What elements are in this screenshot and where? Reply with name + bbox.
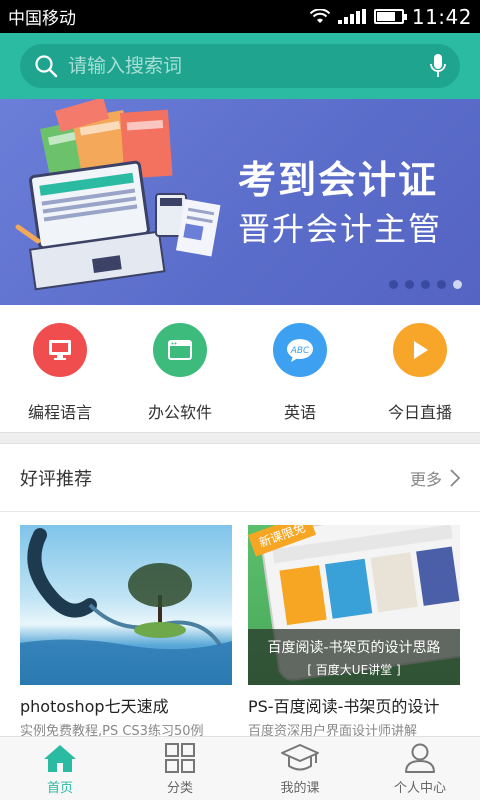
section-title: 好评推荐 — [20, 468, 92, 490]
wifi-icon — [309, 9, 330, 23]
category-english[interactable]: ABC 英语 — [240, 305, 360, 432]
chevron-right-icon — [450, 468, 460, 487]
svg-text:ABC: ABC — [290, 346, 310, 356]
course-title: PS-百度阅读-书架页的设计 — [248, 697, 440, 716]
nav-label: 首页 — [46, 781, 73, 796]
bottom-nav: 首页 分类 我的课 个人中心 — [0, 736, 480, 800]
nav-label: 我的课 — [280, 781, 320, 796]
carrier-name: 中国移动 — [8, 9, 76, 29]
clock: 11:42 — [411, 4, 472, 29]
category-label: 今日直播 — [387, 403, 452, 422]
search-icon — [35, 55, 58, 78]
recommend-section-header: 好评推荐 更多 — [0, 444, 480, 512]
more-label: 更多 — [409, 469, 442, 489]
course-title: photoshop七天速成 — [20, 697, 169, 716]
course-card[interactable]: photoshop七天速成 实例免费教程,PS CS3练习50例 — [20, 525, 232, 739]
monitor-icon — [33, 323, 87, 377]
thumbnail-overlay: 百度阅读-书架页的设计思路 [ 百度大UE讲堂 ] — [248, 629, 460, 685]
pagination-dot[interactable] — [405, 280, 414, 289]
banner-pagination — [389, 280, 462, 289]
pagination-dot[interactable] — [389, 280, 398, 289]
search-input[interactable] — [68, 55, 430, 77]
overlay-subtitle: [ 百度大UE讲堂 ] — [307, 663, 401, 677]
status-bar: 中国移动 11:42 — [0, 0, 480, 33]
play-icon — [393, 323, 447, 377]
abc-bubble-icon: ABC — [273, 323, 327, 377]
search-bar[interactable] — [20, 44, 460, 88]
section-divider — [0, 432, 480, 444]
home-icon — [44, 745, 76, 772]
nav-home[interactable]: 首页 — [0, 737, 120, 800]
promo-banner[interactable]: 考到会计证 晋升会计主管 — [0, 99, 480, 305]
nav-profile[interactable]: 个人中心 — [360, 737, 480, 800]
user-icon — [405, 743, 435, 773]
banner-illustration — [15, 99, 221, 291]
category-office[interactable]: 办公软件 — [120, 305, 240, 432]
category-label: 办公软件 — [147, 403, 212, 422]
banner-title-line1: 考到会计证 — [238, 158, 439, 202]
course-card[interactable]: 新课限免 百度阅读-书架页的设计思路 [ 百度大UE讲堂 ] PS-百度阅读-书… — [248, 525, 460, 739]
microphone-icon[interactable] — [430, 53, 446, 79]
category-programming[interactable]: 编程语言 — [0, 305, 120, 432]
window-icon — [153, 323, 207, 377]
pagination-dot-active[interactable] — [453, 280, 462, 289]
overlay-title: 百度阅读-书架页的设计思路 — [267, 640, 441, 656]
pagination-dot[interactable] — [421, 280, 430, 289]
nav-my-courses[interactable]: 我的课 — [240, 737, 360, 800]
category-grid: 编程语言 办公软件 ABC 英语 今日直播 — [0, 305, 480, 432]
course-thumbnail: 新课限免 百度阅读-书架页的设计思路 [ 百度大UE讲堂 ] — [248, 525, 460, 685]
course-thumbnail — [20, 525, 232, 685]
more-link[interactable]: 更多 — [410, 466, 460, 490]
graduation-cap-icon — [281, 744, 319, 771]
pagination-dot[interactable] — [437, 280, 446, 289]
signal-icon — [337, 9, 366, 24]
nav-label: 分类 — [166, 781, 193, 796]
banner-title-line2: 晋升会计主管 — [238, 210, 443, 248]
status-icons: 11:42 — [309, 4, 472, 29]
grid-icon — [165, 743, 195, 773]
nav-label: 个人中心 — [393, 781, 446, 796]
nav-category[interactable]: 分类 — [120, 737, 240, 800]
search-header — [0, 33, 480, 99]
battery-icon — [373, 9, 407, 24]
category-live[interactable]: 今日直播 — [360, 305, 480, 432]
category-label: 编程语言 — [27, 403, 92, 422]
category-label: 英语 — [283, 403, 316, 422]
